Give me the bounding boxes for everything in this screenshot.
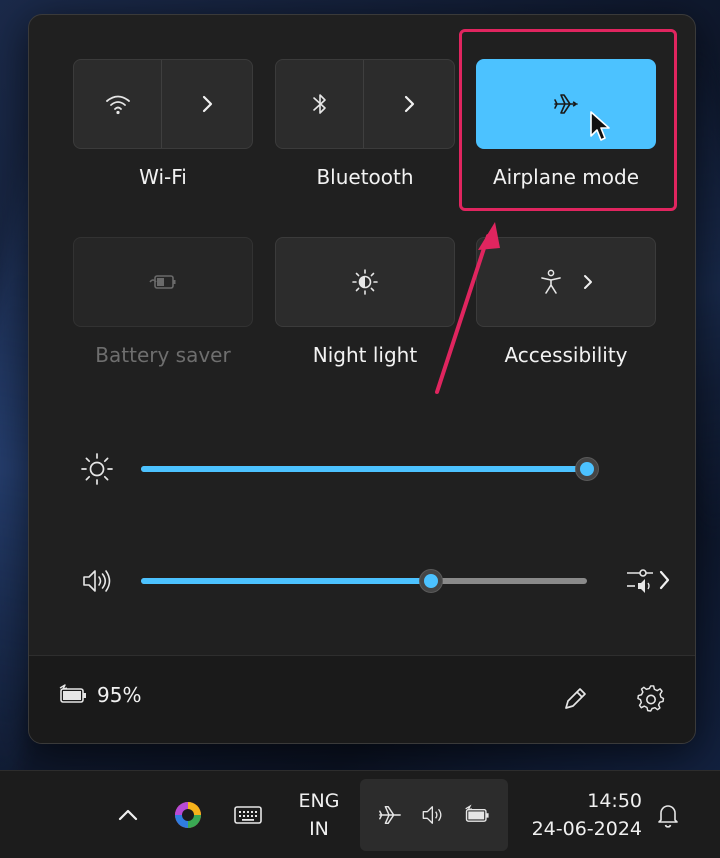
audio-output-button[interactable] <box>621 561 677 601</box>
clock-time: 14:50 <box>587 790 642 812</box>
volume-slider-thumb[interactable] <box>418 569 443 593</box>
copilot-button[interactable] <box>166 771 210 858</box>
battery-charging-icon <box>59 684 86 703</box>
region-code: IN <box>309 818 329 840</box>
volume-slider[interactable] <box>141 569 587 593</box>
quick-settings-tray-button[interactable] <box>360 779 508 851</box>
bluetooth-expand-button[interactable] <box>364 60 454 148</box>
mouse-pointer-icon <box>590 111 610 141</box>
copilot-icon <box>175 802 201 828</box>
notifications-button[interactable] <box>650 771 686 858</box>
wifi-expand-button[interactable] <box>162 60 252 148</box>
brightness-slider-row <box>77 449 677 489</box>
clock-date: 24-06-2024 <box>531 818 642 840</box>
touch-keyboard-button[interactable] <box>226 771 270 858</box>
brightness-icon <box>77 449 117 489</box>
bell-icon <box>658 805 678 828</box>
battery-saver-toggle[interactable] <box>74 238 252 326</box>
brightness-slider-fill <box>141 466 587 472</box>
wifi-toggle-button[interactable] <box>74 60 162 148</box>
wifi-icon <box>105 95 130 115</box>
chevron-up-icon <box>118 809 138 821</box>
bluetooth-tile <box>275 59 455 149</box>
highlight-box <box>459 29 677 211</box>
battery-percent: 95% <box>97 683 142 707</box>
audio-output-icon <box>627 569 670 593</box>
gear-icon <box>637 685 665 712</box>
taskbar: ENG IN 14:50 24-06-2024 <box>0 770 720 858</box>
pencil-icon <box>565 688 586 709</box>
night-light-toggle[interactable] <box>276 238 454 326</box>
airplane-icon <box>379 805 402 825</box>
night-light-button[interactable] <box>275 237 455 327</box>
accessibility-icon <box>541 269 561 294</box>
keyboard-icon <box>234 806 262 824</box>
battery-saver-button[interactable] <box>73 237 253 327</box>
bluetooth-toggle-button[interactable] <box>276 60 364 148</box>
accessibility-toggle[interactable] <box>477 238 655 326</box>
settings-button[interactable] <box>631 679 671 719</box>
accessibility-button[interactable] <box>476 237 656 327</box>
volume-slider-fill <box>141 578 431 584</box>
volume-slider-row <box>77 561 677 601</box>
speaker-icon[interactable] <box>77 561 117 601</box>
battery-status[interactable]: 95% <box>57 683 141 707</box>
night-light-icon <box>352 269 378 295</box>
battery-saver-icon <box>149 275 176 289</box>
chevron-right-icon <box>404 95 415 113</box>
show-hidden-icons-button[interactable] <box>108 771 148 858</box>
edit-quick-settings-button[interactable] <box>555 679 595 719</box>
chevron-right-icon <box>202 95 213 113</box>
night-light-label: Night light <box>312 343 418 367</box>
chevron-right-icon <box>584 275 592 289</box>
battery-saver-label: Battery saver <box>95 343 231 367</box>
bluetooth-icon <box>312 94 326 114</box>
accessibility-label: Accessibility <box>504 343 628 367</box>
brightness-slider-thumb[interactable] <box>575 457 599 481</box>
language-indicator[interactable]: ENG IN <box>288 771 350 858</box>
speaker-icon <box>422 806 442 824</box>
language-code: ENG <box>298 790 340 812</box>
wifi-label: Wi-Fi <box>139 165 187 189</box>
battery-charging-icon <box>464 804 489 822</box>
clock[interactable]: 14:50 24-06-2024 <box>516 771 642 858</box>
brightness-slider[interactable] <box>141 457 599 481</box>
bluetooth-label: Bluetooth <box>316 165 414 189</box>
wifi-tile <box>73 59 253 149</box>
